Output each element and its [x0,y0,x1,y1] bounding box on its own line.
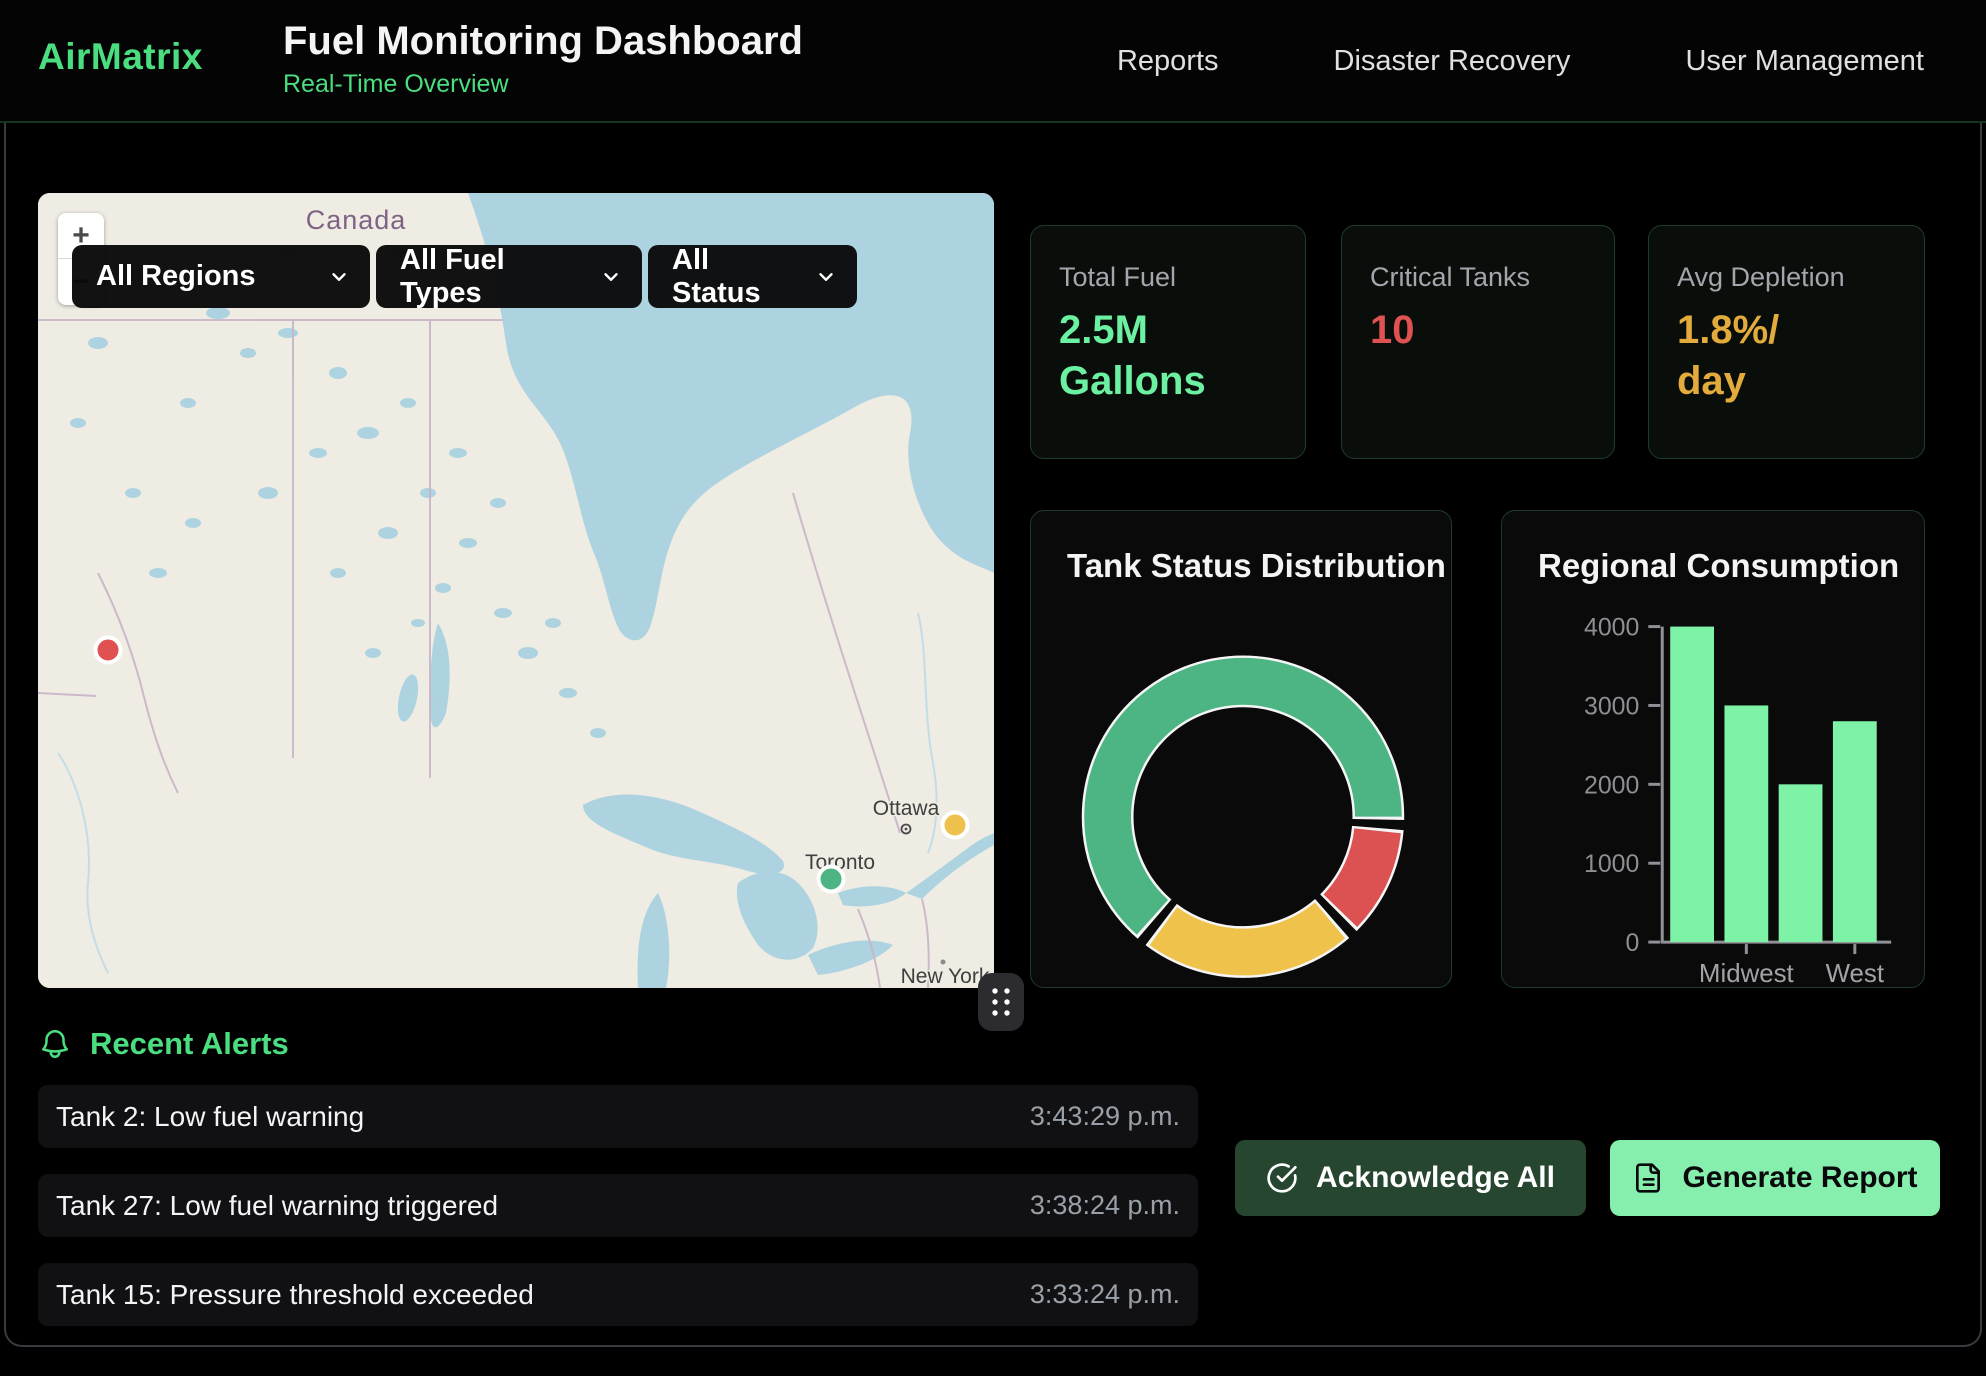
stat-value: 1.8%/ day [1677,305,1896,407]
acknowledge-all-label: Acknowledge All [1316,1161,1555,1195]
map-marker-warning[interactable] [940,811,969,840]
generate-report-label: Generate Report [1682,1161,1917,1195]
stat-card-total-fuel: Total Fuel 2.5M Gallons [1030,225,1306,459]
newyork-town-icon [941,960,946,965]
stat-value: 2.5M Gallons [1059,305,1277,407]
city-label-newyork: New York [901,965,990,988]
chevron-down-icon [600,266,622,288]
alert-message: Tank 27: Low fuel warning triggered [56,1190,498,1222]
stat-label: Critical Tanks [1370,262,1586,293]
alert-time: 3:43:29 p.m. [1030,1101,1180,1132]
svg-text:Midwest: Midwest [1699,960,1794,987]
title-block: Fuel Monitoring Dashboard Real-Time Over… [283,16,803,100]
top-navbar: AirMatrix Fuel Monitoring Dashboard Real… [0,0,1986,123]
regional-consumption-card: Regional Consumption 01000200030004000Mi… [1501,510,1925,988]
regional-consumption-bar-chart: 0 1000 2000 3000 4000 Midwest West [1502,511,1924,987]
map-filters: All Regions All Fuel Types All Status [72,245,857,308]
nav-reports[interactable]: Reports [1117,45,1219,78]
map-marker-normal[interactable] [817,865,846,894]
chevron-down-icon [328,266,350,288]
map-marker-critical[interactable] [93,636,122,665]
main-nav: Reports Disaster Recovery User Managemen… [1117,0,1924,123]
map-canvas[interactable]: Canada Ottawa Toronto New York [38,193,994,988]
alert-row[interactable]: Tank 15: Pressure threshold exceeded 3:33… [38,1263,1198,1326]
nav-user-management[interactable]: User Management [1685,45,1924,78]
svg-text:4000: 4000 [1584,614,1639,642]
stat-value: 10 [1370,305,1586,356]
grip-dots-icon [978,973,1024,1031]
stat-label: Avg Depletion [1677,262,1896,293]
region-filter-select[interactable]: All Regions [72,245,370,308]
alert-row[interactable]: Tank 2: Low fuel warning 3:43:29 p.m. [38,1085,1198,1148]
alert-message: Tank 2: Low fuel warning [56,1101,364,1133]
tank-status-donut-chart [1031,511,1451,987]
chevron-down-icon [815,266,837,288]
alert-message: Tank 15: Pressure threshold exceeded [56,1279,534,1311]
city-label-ottawa: Ottawa [873,797,940,820]
page-subtitle: Real-Time Overview [283,68,803,100]
status-filter-select[interactable]: All Status [648,245,857,308]
fuel-type-filter-value: All Fuel Types [400,244,586,310]
bell-icon [38,1027,72,1061]
brand-logo[interactable]: AirMatrix [38,36,203,78]
stat-label: Total Fuel [1059,262,1277,293]
svg-text:2000: 2000 [1584,771,1639,799]
alert-time: 3:38:24 p.m. [1030,1190,1180,1221]
alert-time: 3:33:24 p.m. [1030,1279,1180,1310]
alerts-header: Recent Alerts [38,1026,289,1062]
svg-text:3000: 3000 [1584,692,1639,720]
svg-text:1000: 1000 [1584,850,1639,878]
region-filter-value: All Regions [96,260,256,293]
svg-text:West: West [1826,960,1884,987]
alert-row[interactable]: Tank 27: Low fuel warning triggered 3:38:… [38,1174,1198,1237]
page-title: Fuel Monitoring Dashboard [283,16,803,66]
alerts-title: Recent Alerts [90,1026,289,1062]
check-circle-icon [1266,1162,1298,1194]
generate-report-button[interactable]: Generate Report [1610,1140,1940,1216]
fuel-type-filter-select[interactable]: All Fuel Types [376,245,642,308]
dashboard-page: AirMatrix Fuel Monitoring Dashboard Real… [0,0,1986,1376]
svg-text:0: 0 [1626,929,1640,957]
map-country-label: Canada [306,205,407,235]
map-resize-handle[interactable] [978,973,1024,1031]
tank-status-card: Tank Status Distribution [1030,510,1452,988]
stat-card-avg-depletion: Avg Depletion 1.8%/ day [1648,225,1925,459]
file-text-icon [1632,1162,1664,1194]
map-panel[interactable]: Canada Ottawa Toronto New York + − All R… [38,193,994,988]
alert-list: Tank 2: Low fuel warning3:43:29 p.m.Tank… [38,1085,1198,1352]
stat-card-critical-tanks: Critical Tanks 10 [1341,225,1615,459]
status-filter-value: All Status [672,244,801,310]
acknowledge-all-button[interactable]: Acknowledge All [1235,1140,1586,1216]
nav-disaster-recovery[interactable]: Disaster Recovery [1334,45,1571,78]
